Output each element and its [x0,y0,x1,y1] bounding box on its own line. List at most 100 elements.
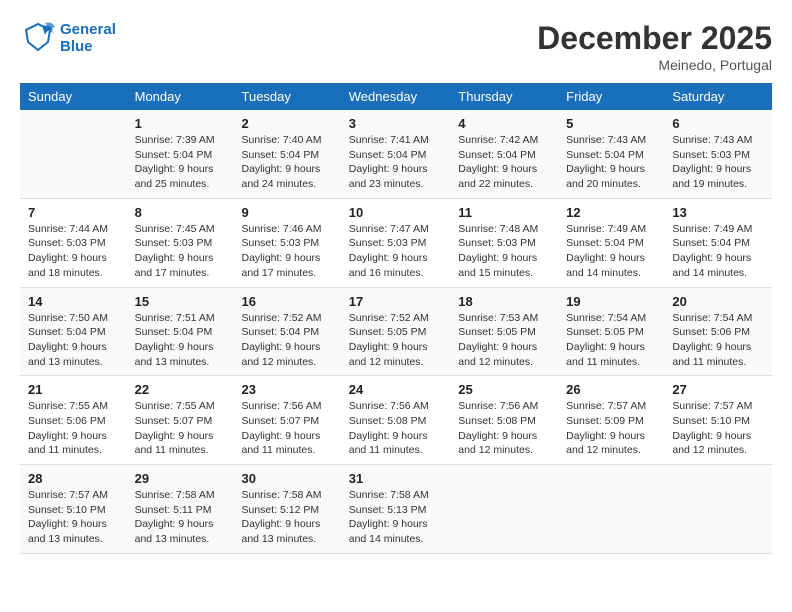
column-header-sunday: Sunday [20,83,127,110]
day-info: Sunrise: 7:53 AMSunset: 5:05 PMDaylight:… [458,311,550,370]
logo-svg [20,20,56,56]
day-info: Sunrise: 7:42 AMSunset: 5:04 PMDaylight:… [458,133,550,192]
day-number: 24 [349,382,443,397]
day-number: 31 [349,471,443,486]
day-number: 19 [566,294,656,309]
day-info: Sunrise: 7:56 AMSunset: 5:08 PMDaylight:… [349,399,443,458]
day-cell: 25 Sunrise: 7:56 AMSunset: 5:08 PMDayligh… [450,376,558,465]
day-info: Sunrise: 7:56 AMSunset: 5:08 PMDaylight:… [458,399,550,458]
day-cell: 9Sunrise: 7:46 AMSunset: 5:03 PMDaylight… [234,198,341,287]
day-number: 21 [28,382,119,397]
day-cell: 5 Sunrise: 7:43 AMSunset: 5:04 PMDaylight… [558,110,664,198]
day-number: 20 [672,294,764,309]
day-info: Sunrise: 7:50 AMSunset: 5:04 PMDaylight:… [28,311,119,370]
day-number: 27 [672,382,764,397]
day-number: 18 [458,294,550,309]
day-number: 13 [672,205,764,220]
day-info: Sunrise: 7:49 AMSunset: 5:04 PMDaylight:… [566,222,656,281]
day-info: Sunrise: 7:49 AMSunset: 5:04 PMDaylight:… [672,222,764,281]
day-info: Sunrise: 7:56 AMSunset: 5:07 PMDaylight:… [242,399,333,458]
day-number: 5 [566,116,656,131]
day-cell: 31 Sunrise: 7:58 AMSunset: 5:13 PMDayligh… [341,465,451,554]
day-number: 26 [566,382,656,397]
day-info: Sunrise: 7:40 AMSunset: 5:04 PMDaylight:… [242,133,333,192]
day-cell: 12 Sunrise: 7:49 AMSunset: 5:04 PMDayligh… [558,198,664,287]
day-cell: 24 Sunrise: 7:56 AMSunset: 5:08 PMDayligh… [341,376,451,465]
day-cell: 22 Sunrise: 7:55 AMSunset: 5:07 PMDayligh… [127,376,234,465]
day-number: 25 [458,382,550,397]
day-cell: 23 Sunrise: 7:56 AMSunset: 5:07 PMDayligh… [234,376,341,465]
day-cell [664,465,772,554]
day-number: 15 [135,294,226,309]
day-cell: 26Sunrise: 7:57 AMSunset: 5:09 PMDayligh… [558,376,664,465]
day-cell: 28Sunrise: 7:57 AMSunset: 5:10 PMDayligh… [20,465,127,554]
day-number: 23 [242,382,333,397]
day-number: 17 [349,294,443,309]
day-info: Sunrise: 7:55 AMSunset: 5:06 PMDaylight:… [28,399,119,458]
day-info: Sunrise: 7:57 AMSunset: 5:10 PMDaylight:… [672,399,764,458]
day-cell: 4 Sunrise: 7:42 AMSunset: 5:04 PMDaylight… [450,110,558,198]
day-cell: 29 Sunrise: 7:58 AMSunset: 5:11 PMDayligh… [127,465,234,554]
day-info: Sunrise: 7:44 AMSunset: 5:03 PMDaylight:… [28,222,119,281]
day-cell: 10Sunrise: 7:47 AMSunset: 5:03 PMDayligh… [341,198,451,287]
day-cell: 27 Sunrise: 7:57 AMSunset: 5:10 PMDayligh… [664,376,772,465]
day-info: Sunrise: 7:52 AMSunset: 5:04 PMDaylight:… [242,311,333,370]
day-cell: 16 Sunrise: 7:52 AMSunset: 5:04 PMDayligh… [234,287,341,376]
day-cell: 6Sunrise: 7:43 AMSunset: 5:03 PMDaylight… [664,110,772,198]
day-cell: 8 Sunrise: 7:45 AMSunset: 5:03 PMDaylight… [127,198,234,287]
day-info: Sunrise: 7:47 AMSunset: 5:03 PMDaylight:… [349,222,443,281]
day-cell: 19 Sunrise: 7:54 AMSunset: 5:05 PMDayligh… [558,287,664,376]
week-row-2: 7 Sunrise: 7:44 AMSunset: 5:03 PMDaylight… [20,198,772,287]
day-number: 12 [566,205,656,220]
day-info: Sunrise: 7:45 AMSunset: 5:03 PMDaylight:… [135,222,226,281]
day-info: Sunrise: 7:58 AMSunset: 5:12 PMDaylight:… [242,488,333,547]
logo: GeneralBlue [20,20,116,56]
day-info: Sunrise: 7:58 AMSunset: 5:11 PMDaylight:… [135,488,226,547]
week-row-5: 28Sunrise: 7:57 AMSunset: 5:10 PMDayligh… [20,465,772,554]
day-cell: 14 Sunrise: 7:50 AMSunset: 5:04 PMDayligh… [20,287,127,376]
day-number: 30 [242,471,333,486]
day-cell: 30 Sunrise: 7:58 AMSunset: 5:12 PMDayligh… [234,465,341,554]
day-number: 14 [28,294,119,309]
week-row-1: 1Sunrise: 7:39 AMSunset: 5:04 PMDaylight… [20,110,772,198]
day-cell: 1Sunrise: 7:39 AMSunset: 5:04 PMDaylight… [127,110,234,198]
day-number: 29 [135,471,226,486]
day-info: Sunrise: 7:54 AMSunset: 5:05 PMDaylight:… [566,311,656,370]
day-cell: 2Sunrise: 7:40 AMSunset: 5:04 PMDaylight… [234,110,341,198]
header-row: SundayMondayTuesdayWednesdayThursdayFrid… [20,83,772,110]
day-number: 22 [135,382,226,397]
day-cell: 17 Sunrise: 7:52 AMSunset: 5:05 PMDayligh… [341,287,451,376]
day-info: Sunrise: 7:55 AMSunset: 5:07 PMDaylight:… [135,399,226,458]
day-cell: 21 Sunrise: 7:55 AMSunset: 5:06 PMDayligh… [20,376,127,465]
day-number: 7 [28,205,119,220]
location: Meinedo, Portugal [537,57,772,73]
day-cell: 11 Sunrise: 7:48 AMSunset: 5:03 PMDayligh… [450,198,558,287]
day-cell: 18 Sunrise: 7:53 AMSunset: 5:05 PMDayligh… [450,287,558,376]
day-number: 3 [349,116,443,131]
day-cell [450,465,558,554]
day-info: Sunrise: 7:51 AMSunset: 5:04 PMDaylight:… [135,311,226,370]
month-title: December 2025 [537,20,772,57]
column-header-friday: Friday [558,83,664,110]
day-info: Sunrise: 7:39 AMSunset: 5:04 PMDaylight:… [135,133,226,192]
day-number: 8 [135,205,226,220]
day-cell: 15 Sunrise: 7:51 AMSunset: 5:04 PMDayligh… [127,287,234,376]
day-info: Sunrise: 7:52 AMSunset: 5:05 PMDaylight:… [349,311,443,370]
day-info: Sunrise: 7:58 AMSunset: 5:13 PMDaylight:… [349,488,443,547]
column-header-monday: Monday [127,83,234,110]
day-info: Sunrise: 7:48 AMSunset: 5:03 PMDaylight:… [458,222,550,281]
day-number: 6 [672,116,764,131]
calendar-table: SundayMondayTuesdayWednesdayThursdayFrid… [20,83,772,554]
day-number: 11 [458,205,550,220]
day-cell: 3Sunrise: 7:41 AMSunset: 5:04 PMDaylight… [341,110,451,198]
day-number: 28 [28,471,119,486]
day-number: 4 [458,116,550,131]
logo-name: GeneralBlue [60,21,116,56]
day-cell [20,110,127,198]
day-info: Sunrise: 7:43 AMSunset: 5:04 PMDaylight:… [566,133,656,192]
day-number: 16 [242,294,333,309]
title-block: December 2025 Meinedo, Portugal [537,20,772,73]
week-row-3: 14 Sunrise: 7:50 AMSunset: 5:04 PMDayligh… [20,287,772,376]
column-header-wednesday: Wednesday [341,83,451,110]
week-row-4: 21 Sunrise: 7:55 AMSunset: 5:06 PMDayligh… [20,376,772,465]
